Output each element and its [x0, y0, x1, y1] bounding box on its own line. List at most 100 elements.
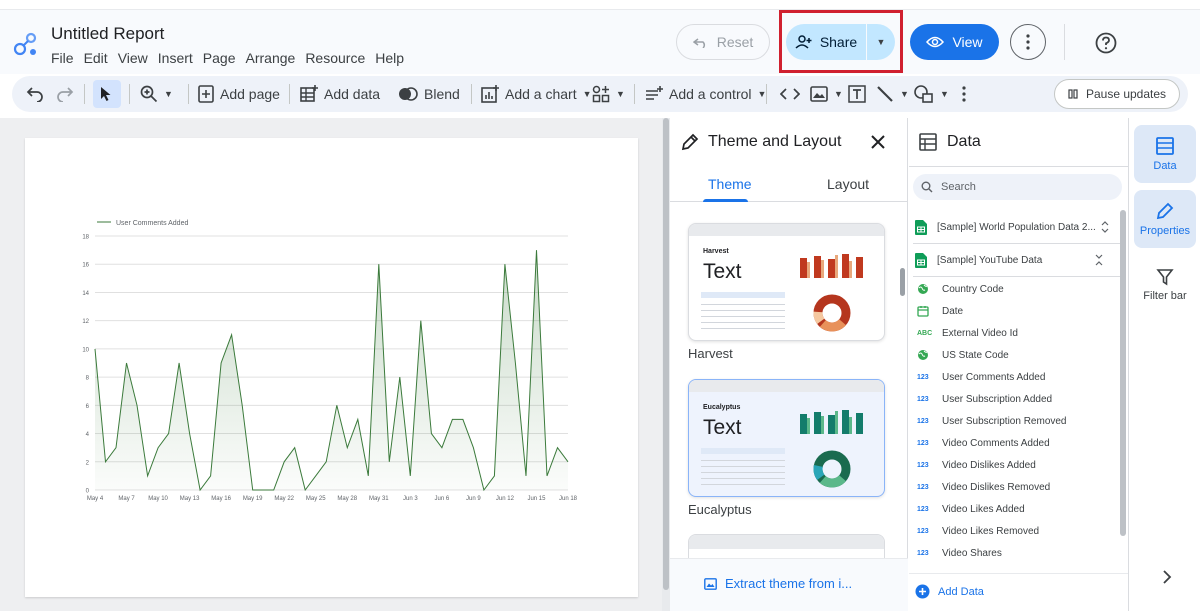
- reset-button[interactable]: Reset: [676, 24, 770, 60]
- field-video-dislikes-added[interactable]: 123 Video Dislikes Added: [917, 456, 1036, 474]
- theme-panel-scrollbar[interactable]: [900, 268, 905, 296]
- field-video-comments-added[interactable]: 123 Video Comments Added: [917, 434, 1050, 452]
- theme-sample-text: Text: [703, 260, 742, 283]
- redo-icon: [57, 87, 74, 102]
- rail-data-button[interactable]: Data: [1134, 125, 1196, 183]
- undo-button[interactable]: [26, 76, 44, 112]
- chevron-right-icon[interactable]: [1161, 570, 1173, 584]
- menu-view[interactable]: View: [118, 50, 148, 66]
- menu-insert[interactable]: Insert: [158, 50, 193, 66]
- time-series-chart[interactable]: User Comments Added 0 2 4 6 8 10 12 14 16 18 May 4 M…: [25, 138, 638, 597]
- help-icon[interactable]: [1093, 30, 1119, 56]
- editor-toolbar: ▼ Add page Add data Blend Add a chart ▼ …: [12, 76, 1188, 112]
- divider: [909, 166, 1128, 167]
- add-control-button[interactable]: Add a control ▼: [645, 76, 766, 112]
- community-viz-icon: [592, 85, 610, 103]
- looker-studio-logo-icon: [13, 32, 37, 56]
- more-options-button[interactable]: [1010, 24, 1046, 60]
- globe-icon: [918, 284, 928, 294]
- blend-button[interactable]: Blend: [398, 76, 460, 112]
- theme-card-harvest[interactable]: Harvest Text: [688, 223, 885, 341]
- add-data-label: Add Data: [938, 585, 984, 598]
- rail-filter-bar-button[interactable]: Filter bar: [1134, 256, 1196, 314]
- caret-down-icon: ▼: [616, 89, 625, 99]
- menu-help[interactable]: Help: [375, 50, 404, 66]
- tab-layout[interactable]: Layout: [827, 176, 869, 192]
- table-icon: [919, 133, 937, 151]
- field-date[interactable]: Date: [917, 302, 963, 320]
- text-type-icon: ABC: [917, 329, 933, 337]
- toolbar-divider: [289, 84, 290, 104]
- field-country-code[interactable]: Country Code: [917, 280, 1004, 298]
- field-us-state-code[interactable]: US State Code: [917, 346, 1009, 364]
- field-user-comments-added[interactable]: 123 User Comments Added: [917, 368, 1045, 386]
- data-panel-scrollbar[interactable]: [1120, 210, 1126, 536]
- theme-card-eucalyptus[interactable]: Eucalyptus Text: [688, 379, 885, 497]
- field-user-subscription-removed[interactable]: 123 User Subscription Removed: [917, 412, 1067, 430]
- add-chart-button[interactable]: Add a chart ▼: [481, 76, 592, 112]
- pause-updates-button[interactable]: Pause updates: [1054, 79, 1180, 109]
- redo-button[interactable]: [56, 76, 74, 112]
- shape-button[interactable]: ▼: [914, 76, 949, 112]
- field-search-input[interactable]: Search: [913, 174, 1122, 200]
- x-tick-label: May 28: [337, 496, 357, 502]
- field-label: User Subscription Added: [942, 393, 1053, 405]
- caret-down-icon: ▼: [834, 89, 843, 99]
- field-label: Video Comments Added: [942, 437, 1050, 449]
- field-video-shares[interactable]: 123 Video Shares: [917, 544, 1002, 562]
- more-vert-icon: [1026, 34, 1030, 50]
- field-video-likes-removed[interactable]: 123 Video Likes Removed: [917, 522, 1039, 540]
- report-title[interactable]: Untitled Report: [51, 24, 164, 44]
- text-box-icon: [848, 85, 866, 103]
- zoom-button[interactable]: ▼: [140, 76, 173, 112]
- add-page-button[interactable]: Add page: [198, 76, 280, 112]
- extract-theme-bar: Extract theme from i...: [670, 558, 908, 611]
- extract-theme-link[interactable]: Extract theme from i...: [704, 576, 852, 591]
- canvas-scrollbar-thumb[interactable]: [663, 118, 669, 590]
- data-source-youtube[interactable]: [Sample] YouTube Data: [915, 247, 1121, 273]
- field-video-likes-added[interactable]: 123 Video Likes Added: [917, 500, 1025, 518]
- menu-resource[interactable]: Resource: [305, 50, 365, 66]
- data-source-world-population[interactable]: [Sample] World Population Data 2...: [915, 214, 1121, 240]
- menu-arrange[interactable]: Arrange: [246, 50, 296, 66]
- y-tick-label: 14: [82, 291, 89, 297]
- x-tick-label: Jun 3: [403, 496, 418, 502]
- x-tick-label: May 25: [306, 496, 326, 502]
- add-page-icon: [198, 85, 214, 103]
- field-label: Video Likes Removed: [942, 525, 1040, 537]
- theme-sample-donut-icon: [813, 294, 851, 332]
- add-circle-icon: [915, 584, 930, 599]
- embed-url-button[interactable]: [780, 76, 800, 112]
- field-user-subscription-added[interactable]: 123 User Subscription Added: [917, 390, 1052, 408]
- text-box-button[interactable]: [848, 76, 866, 112]
- field-label: User Subscription Removed: [942, 415, 1067, 427]
- select-tool[interactable]: [100, 76, 112, 112]
- add-data-button[interactable]: Add data: [300, 76, 380, 112]
- add-data-link[interactable]: Add Data: [915, 584, 984, 599]
- menu-page[interactable]: Page: [203, 50, 236, 66]
- toolbar-divider: [471, 84, 472, 104]
- theme-sample-donut-icon: [813, 450, 851, 488]
- active-tab-indicator: [703, 199, 748, 202]
- toolbar-more-button[interactable]: [962, 76, 966, 112]
- field-external-video-id[interactable]: ABC External Video Id: [917, 324, 1018, 342]
- card-header-strip: [689, 224, 884, 236]
- field-label: Video Likes Added: [942, 503, 1025, 515]
- community-visualizations-button[interactable]: ▼: [592, 76, 625, 112]
- y-tick-label: 16: [82, 263, 89, 269]
- image-button[interactable]: ▼: [810, 76, 843, 112]
- add-control-label: Add a control: [669, 86, 752, 102]
- field-video-dislikes-removed[interactable]: 123 Video Dislikes Removed: [917, 478, 1050, 496]
- number-type-icon: 123: [917, 417, 929, 425]
- toolbar-divider: [84, 84, 85, 104]
- report-page[interactable]: User Comments Added 0 2 4 6 8 10 12 14 16 18 May 4 M…: [25, 138, 638, 597]
- line-button[interactable]: ▼: [876, 76, 909, 112]
- menu-edit[interactable]: Edit: [84, 50, 108, 66]
- rail-properties-button[interactable]: Properties: [1134, 190, 1196, 248]
- tab-theme[interactable]: Theme: [708, 176, 752, 192]
- view-button[interactable]: View: [910, 24, 999, 60]
- cursor-arrow-icon: [101, 87, 111, 101]
- close-icon[interactable]: [866, 130, 890, 154]
- menu-file[interactable]: File: [51, 50, 74, 66]
- share-highlight-box: [779, 10, 903, 73]
